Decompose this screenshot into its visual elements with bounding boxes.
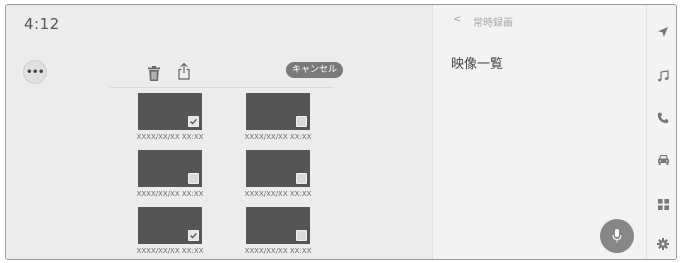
video-item[interactable]: XXXX/XX/XX XX:XX: [116, 150, 206, 206]
video-thumbnail[interactable]: [246, 93, 310, 130]
trash-icon: [148, 65, 160, 81]
clock: 4:12: [24, 15, 60, 33]
share-button[interactable]: [176, 60, 192, 82]
video-selection-panel: 4:12 ••• キャンセル XXXX/XX/XX XX:XX XXXX/XX/…: [6, 5, 432, 259]
back-button[interactable]: <: [453, 14, 461, 25]
sidebar-item-apps[interactable]: [656, 197, 670, 211]
video-thumbnail[interactable]: [138, 207, 202, 244]
video-timestamp: XXXX/XX/XX XX:XX: [136, 247, 204, 255]
cancel-button[interactable]: キャンセル: [286, 62, 344, 78]
select-checkbox[interactable]: [296, 116, 307, 127]
sidebar-item-settings[interactable]: [656, 237, 670, 251]
checkmark-icon: [190, 118, 197, 125]
video-timestamp: XXXX/XX/XX XX:XX: [244, 133, 312, 141]
microphone-icon: [612, 229, 622, 243]
sidebar-item-vehicle[interactable]: [656, 153, 670, 167]
select-checkbox[interactable]: [296, 230, 307, 241]
video-timestamp: XXXX/XX/XX XX:XX: [244, 190, 312, 198]
select-checkbox[interactable]: [188, 116, 199, 127]
settings-gear-icon: [657, 238, 669, 250]
video-timestamp: XXXX/XX/XX XX:XX: [244, 247, 312, 255]
video-thumbnail[interactable]: [246, 150, 310, 187]
video-timestamp: XXXX/XX/XX XX:XX: [136, 133, 204, 141]
video-item[interactable]: XXXX/XX/XX XX:XX: [224, 93, 314, 149]
video-item[interactable]: XXXX/XX/XX XX:XX: [116, 207, 206, 259]
video-item[interactable]: XXXX/XX/XX XX:XX: [116, 93, 206, 149]
phone-icon: [657, 112, 669, 124]
breadcrumb: 常時録画: [473, 18, 513, 29]
music-note-icon: [657, 70, 669, 82]
video-item[interactable]: XXXX/XX/XX XX:XX: [224, 207, 314, 259]
select-checkbox[interactable]: [188, 173, 199, 184]
share-upload-icon: [178, 62, 190, 80]
info-panel: < 常時録画 映像一覧: [432, 5, 646, 259]
navigation-arrow-icon: [658, 27, 668, 37]
screen-frame: 4:12 ••• キャンセル XXXX/XX/XX XX:XX XXXX/XX/…: [5, 4, 677, 260]
more-horizontal-icon: •••: [26, 66, 44, 78]
video-thumbnail[interactable]: [138, 93, 202, 130]
app-sidebar: [646, 5, 676, 259]
page-title: 映像一覧: [451, 57, 504, 72]
video-item[interactable]: XXXX/XX/XX XX:XX: [224, 150, 314, 206]
apps-grid-icon: [657, 198, 669, 210]
sidebar-item-navigation[interactable]: [656, 25, 670, 39]
video-thumbnail[interactable]: [246, 207, 310, 244]
select-checkbox[interactable]: [296, 173, 307, 184]
voice-command-button[interactable]: [600, 219, 634, 253]
video-thumbnail[interactable]: [138, 150, 202, 187]
toolbar-divider: [110, 87, 334, 88]
select-checkbox[interactable]: [188, 230, 199, 241]
sidebar-item-music[interactable]: [656, 69, 670, 83]
more-options-button[interactable]: •••: [23, 60, 47, 84]
sidebar-item-phone[interactable]: [656, 111, 670, 125]
car-icon: [657, 155, 669, 165]
checkmark-icon: [190, 232, 197, 239]
video-timestamp: XXXX/XX/XX XX:XX: [136, 190, 204, 198]
delete-button[interactable]: [146, 63, 162, 83]
